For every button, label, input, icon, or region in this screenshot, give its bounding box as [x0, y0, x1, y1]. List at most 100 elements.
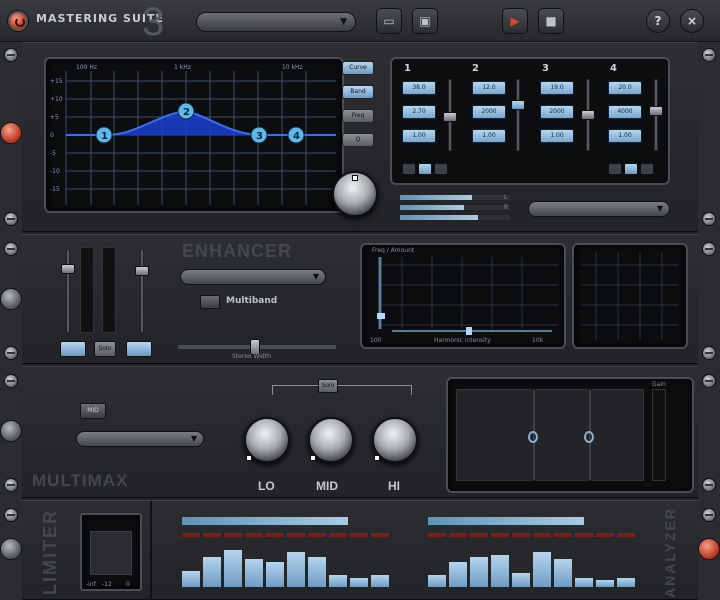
- analyzer-peak-right: [428, 517, 584, 525]
- band-number-3: 3: [542, 63, 549, 74]
- version-numeral: 3: [142, 0, 165, 44]
- band2-gain-slider[interactable]: [511, 79, 525, 151]
- band4-q[interactable]: 1.00: [608, 129, 642, 143]
- eq-curve-select[interactable]: ▼: [528, 201, 670, 217]
- analyzer-title: ANALYZER: [662, 507, 678, 598]
- module-power-knob[interactable]: [0, 288, 22, 310]
- screw-icon: [4, 48, 18, 62]
- enhancer-solo-button[interactable]: Solo: [94, 341, 116, 357]
- analyzer-peak-hold: [617, 533, 635, 537]
- band4-gain[interactable]: 20.0: [608, 81, 642, 95]
- band4-toggle-c[interactable]: [640, 163, 654, 175]
- eq-graph[interactable]: 100 Hz 1 kHz 10 kHz +15 +10 +5 0 -5 -10 …: [44, 57, 344, 213]
- left-rail: [0, 42, 22, 600]
- module-power-knob[interactable]: [0, 538, 22, 560]
- chevron-down-icon: ▼: [340, 17, 347, 27]
- multiband-checkbox[interactable]: [200, 295, 220, 309]
- eq-freq-button[interactable]: Freq: [342, 109, 374, 123]
- enhancer-button-left[interactable]: [60, 341, 86, 357]
- play-button[interactable]: ▶: [502, 8, 528, 34]
- open-button[interactable]: ▭: [376, 8, 402, 34]
- band1-toggle-c[interactable]: [434, 163, 448, 175]
- stop-button[interactable]: ■: [538, 8, 564, 34]
- play-icon: ▶: [510, 14, 520, 28]
- mid-knob[interactable]: [308, 417, 354, 463]
- eq-node-4[interactable]: 4: [287, 126, 305, 144]
- close-button[interactable]: ×: [680, 9, 704, 33]
- enhancer-button-right[interactable]: [126, 341, 152, 357]
- enhancer-meter-r: [102, 247, 116, 333]
- knob-indicator: [310, 455, 316, 461]
- save-button[interactable]: ▣: [412, 8, 438, 34]
- enhancer-v-thumb[interactable]: [377, 313, 385, 319]
- module-power-knob[interactable]: [0, 122, 22, 144]
- multimax-solo-button[interactable]: Solo: [318, 379, 338, 393]
- slider-thumb[interactable]: [511, 100, 525, 110]
- analyzer-peak-hold: [224, 533, 242, 537]
- mastering-suite-window: MASTERING SUITE 3 ▼ ▭ ▣ ▶ ■ ? × 100 Hz 1…: [0, 0, 720, 600]
- eq-db-label: 0: [50, 132, 54, 139]
- eq-output-knob[interactable]: [332, 171, 378, 217]
- enhancer-grid-svg: [377, 257, 558, 335]
- slider-thumb[interactable]: [61, 264, 75, 274]
- crossover-2-handle[interactable]: [584, 431, 594, 443]
- band1-toggle-a[interactable]: [402, 163, 416, 175]
- eq-freq-label: 1 kHz: [174, 64, 191, 71]
- eq-q-button[interactable]: Q: [342, 133, 374, 147]
- crossover-1-handle[interactable]: [528, 431, 538, 443]
- mid-button[interactable]: MID: [80, 403, 106, 419]
- band4-toggle-a[interactable]: [608, 163, 622, 175]
- screw-icon: [4, 374, 18, 388]
- slider-thumb[interactable]: [581, 110, 595, 120]
- band1-toggle-b[interactable]: [418, 163, 432, 175]
- multiband-label: Multiband: [226, 296, 278, 306]
- module-power-knob[interactable]: [0, 420, 22, 442]
- band1-freq[interactable]: 2.70: [402, 105, 436, 119]
- enhancer-title: ENHANCER: [182, 241, 293, 261]
- analyzer-power-knob[interactable]: [698, 538, 720, 560]
- band1-gain-slider[interactable]: [443, 79, 457, 151]
- slider-thumb[interactable]: [135, 266, 149, 276]
- help-button[interactable]: ?: [646, 9, 670, 33]
- enhancer-axis-min: 100: [370, 337, 382, 344]
- eq-curve-button[interactable]: Curve: [342, 61, 374, 75]
- band4-freq[interactable]: 4000: [608, 105, 642, 119]
- slider-thumb[interactable]: [443, 112, 457, 122]
- band4-gain-slider[interactable]: [649, 79, 663, 151]
- band4-toggle-b[interactable]: [624, 163, 638, 175]
- band3-gain[interactable]: 19.0: [540, 81, 574, 95]
- eq-node-1[interactable]: 1: [95, 126, 113, 144]
- screw-icon: [4, 242, 18, 256]
- eq-node-2[interactable]: 2: [177, 102, 195, 120]
- band2-freq[interactable]: 2000: [472, 105, 506, 119]
- analyzer-peak-hold: [554, 533, 572, 537]
- enhancer-mode-select[interactable]: ▼: [180, 269, 326, 285]
- slider-thumb[interactable]: [649, 106, 663, 116]
- multimax-select[interactable]: ▼: [76, 431, 204, 447]
- limiter-module: LIMITER -inf -12 0 ANALYZER: [22, 500, 698, 600]
- power-icon[interactable]: [8, 11, 28, 31]
- analyzer-peak-hold: [449, 533, 467, 537]
- band2-gain[interactable]: 12.0: [472, 81, 506, 95]
- analyzer-peak-hold: [470, 533, 488, 537]
- enhancer-output-slider[interactable]: [135, 249, 149, 333]
- preset-select[interactable]: ▼: [196, 12, 356, 32]
- limiter-scale-2: 0: [126, 581, 130, 588]
- analyzer-bar: [554, 559, 572, 587]
- eq-node-3[interactable]: 3: [250, 126, 268, 144]
- band3-gain-slider[interactable]: [581, 79, 595, 151]
- band3-q[interactable]: 1.00: [540, 129, 574, 143]
- enhancer-h-thumb[interactable]: [466, 327, 472, 335]
- enhancer-graph[interactable]: Freq / Amount 100 Harmonic intensity 10k: [360, 243, 566, 349]
- eq-band-button[interactable]: Band: [342, 85, 374, 99]
- analyzer-bar: [245, 559, 263, 587]
- analyzer-bar: [596, 580, 614, 587]
- band3-freq[interactable]: 2000: [540, 105, 574, 119]
- enhancer-input-slider[interactable]: [61, 249, 75, 333]
- band1-q[interactable]: 1.00: [402, 129, 436, 143]
- eq-module: 100 Hz 1 kHz 10 kHz +15 +10 +5 0 -5 -10 …: [22, 42, 698, 232]
- band2-q[interactable]: 1.00: [472, 129, 506, 143]
- lo-knob[interactable]: [244, 417, 290, 463]
- band1-gain[interactable]: 38.0: [402, 81, 436, 95]
- hi-knob[interactable]: [372, 417, 418, 463]
